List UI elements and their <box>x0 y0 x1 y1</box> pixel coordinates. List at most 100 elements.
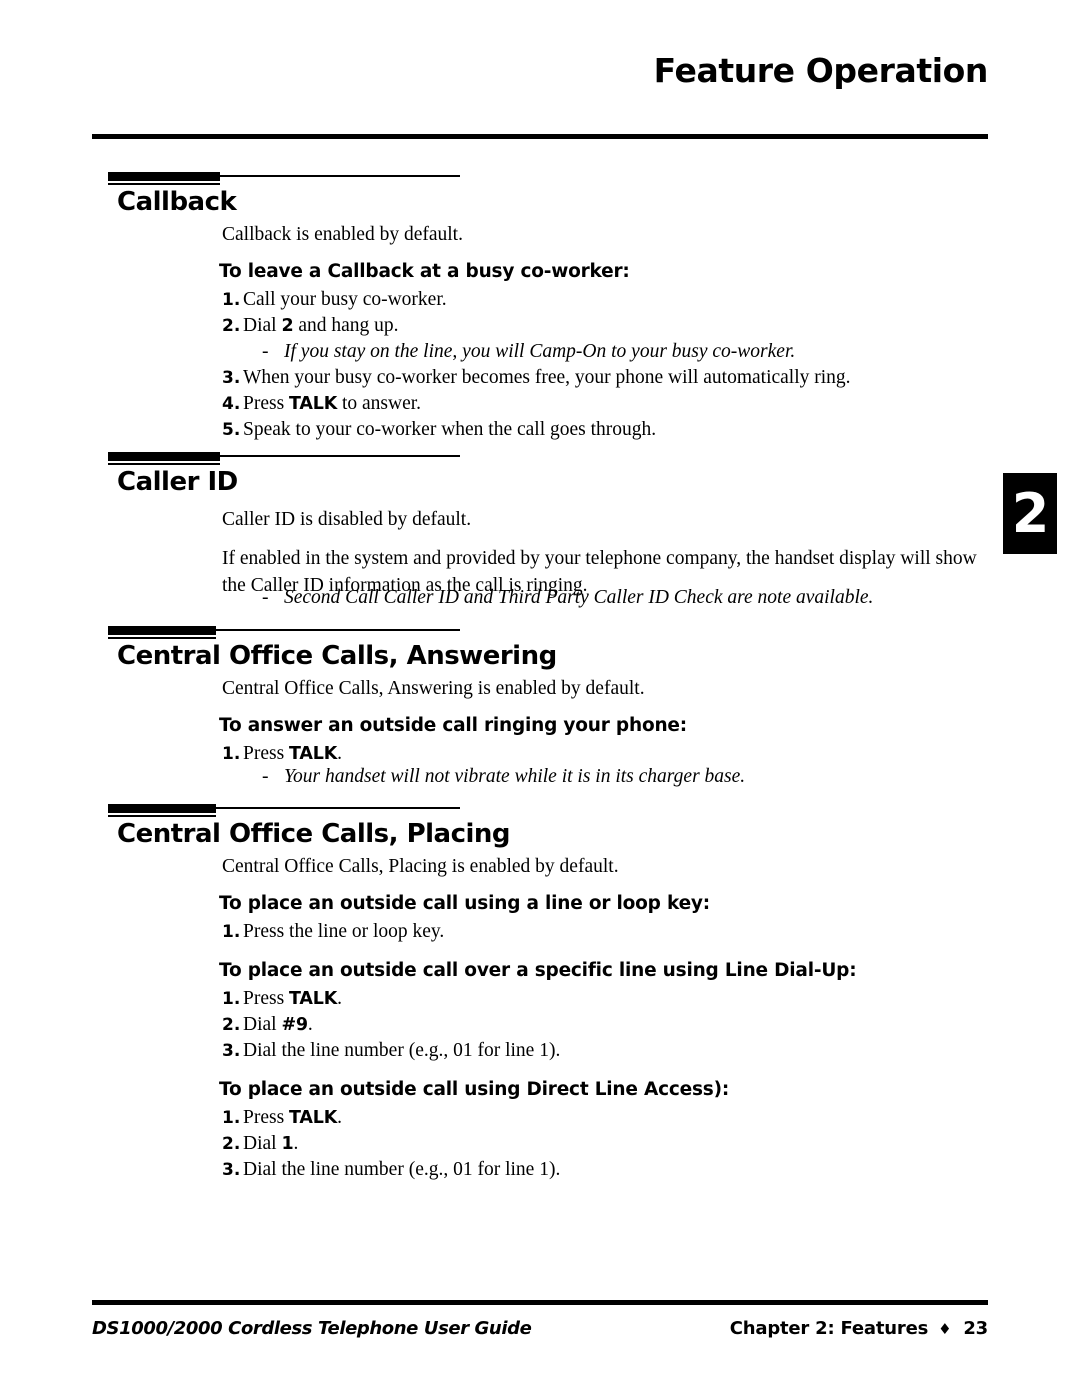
step-item: 2. Dial 1. <box>222 1131 298 1157</box>
procedure-title-leave-callback: To leave a Callback at a busy co-worker: <box>219 261 630 282</box>
section-heading-rule <box>108 452 460 465</box>
section-heading-hairline <box>220 455 460 457</box>
step-number: 2. <box>222 1134 241 1154</box>
step-item: 3. Dial the line number (e.g., 01 for lin… <box>222 1157 560 1183</box>
step-item: 1. Call your busy co-worker. <box>222 287 447 313</box>
step-text-tail: . <box>337 1107 342 1128</box>
section-heading-rule <box>108 626 460 639</box>
section-intro-callback: Callback is enabled by default. <box>222 224 463 245</box>
step-text: Dial <box>243 1133 282 1154</box>
step-text: Press <box>243 743 290 764</box>
footer-guide-title: DS1000/2000 Cordless Telephone User Guid… <box>92 1318 532 1339</box>
step-text: Press <box>243 1107 290 1128</box>
key-label: 1 <box>281 1134 294 1154</box>
chapter-tab: 2 <box>1003 473 1057 554</box>
footer-rule <box>92 1300 988 1305</box>
step-number: 1. <box>222 290 241 310</box>
step-text-tail: . <box>337 743 342 764</box>
section-title: Central Office Calls, Answering <box>117 641 557 671</box>
step-number: 3. <box>222 368 241 388</box>
footer-chapter-page: Chapter 2: Features ♦ 23 <box>730 1318 988 1339</box>
section-title: Central Office Calls, Placing <box>117 819 511 849</box>
key-label: TALK <box>289 744 338 764</box>
step-item: 3. Dial the line number (e.g., 01 for lin… <box>222 1038 560 1064</box>
page-number: 23 <box>963 1318 988 1339</box>
key-label: TALK <box>289 394 338 414</box>
step-number: 1. <box>222 744 241 764</box>
note-text: Your handset will not vibrate while it i… <box>284 766 746 787</box>
section-heading-hairline <box>216 807 460 809</box>
section-title: Callback <box>117 187 237 217</box>
step-number: 1. <box>222 1108 241 1128</box>
note-item: - Second Call Caller ID and Third Party C… <box>262 585 873 611</box>
step-number: 1. <box>222 989 241 1009</box>
procedure-title-line-or-loop-key: To place an outside call using a line or… <box>219 893 710 914</box>
page-title: Feature Operation <box>653 51 989 90</box>
section-heading-underline <box>108 183 220 185</box>
section-heading-rule <box>108 172 460 185</box>
section-heading-bar <box>108 804 216 813</box>
note-item: - If you stay on the line, you will Camp-… <box>262 339 795 365</box>
section-title: Caller ID <box>117 467 238 497</box>
step-text: Speak to your co-worker when the call go… <box>243 419 657 440</box>
procedure-title-direct-line-access: To place an outside call using Direct Li… <box>219 1079 730 1100</box>
step-number: 1. <box>222 922 241 942</box>
step-text: Dial the line number (e.g., 01 for line … <box>243 1040 561 1061</box>
section-intro-caller-id: Caller ID is disabled by default. <box>222 509 472 530</box>
step-number: 3. <box>222 1041 241 1061</box>
step-text: Call your busy co-worker. <box>243 289 447 310</box>
step-number: 2. <box>222 316 241 336</box>
step-item: 2. Dial 2 and hang up. <box>222 313 399 339</box>
step-text: Dial <box>243 1014 282 1035</box>
section-heading-bar <box>108 172 220 181</box>
key-label: TALK <box>289 989 338 1009</box>
procedure-title-line-dial-up: To place an outside call over a specific… <box>219 960 857 981</box>
key-label: TALK <box>289 1108 338 1128</box>
step-text: Press the line or loop key. <box>243 921 445 942</box>
document-page: Feature Operation 2 Callback Callback is… <box>0 0 1080 1397</box>
step-text-tail: . <box>307 1014 313 1035</box>
step-text: Press <box>243 988 290 1009</box>
section-heading-bar <box>108 626 216 635</box>
step-text-tail: to answer. <box>337 393 422 414</box>
note-text: Second Call Caller ID and Third Party Ca… <box>284 587 874 608</box>
key-label: #9 <box>281 1015 308 1035</box>
section-heading-underline <box>108 463 220 465</box>
section-intro-co-answering: Central Office Calls, Answering is enabl… <box>222 678 645 699</box>
section-heading-underline <box>108 815 216 817</box>
note-item: - Your handset will not vibrate while it … <box>262 764 745 790</box>
step-text: Dial <box>243 315 282 336</box>
section-heading-rule <box>108 804 460 817</box>
step-item: 5. Speak to your co-worker when the call … <box>222 417 656 443</box>
note-dash: - <box>262 341 269 362</box>
diamond-icon: ♦ <box>938 1320 952 1338</box>
step-item: 4. Press TALK to answer. <box>222 391 421 417</box>
step-number: 5. <box>222 420 241 440</box>
step-item: 2. Dial #9. <box>222 1012 313 1038</box>
header-rule <box>92 134 988 139</box>
note-text: If you stay on the line, you will Camp-O… <box>284 341 796 362</box>
note-dash: - <box>262 766 269 787</box>
step-text-tail: . <box>293 1133 299 1154</box>
step-number: 4. <box>222 394 241 414</box>
step-text: Press <box>243 393 290 414</box>
step-item: 1. Press TALK. <box>222 986 342 1012</box>
section-heading-underline <box>108 637 216 639</box>
step-number: 3. <box>222 1160 241 1180</box>
step-text-tail: and hang up. <box>293 315 399 336</box>
step-item: 3. When your busy co-worker becomes free,… <box>222 365 851 391</box>
key-label: 2 <box>281 316 294 336</box>
section-heading-hairline <box>216 629 460 631</box>
section-intro-co-placing: Central Office Calls, Placing is enabled… <box>222 856 619 877</box>
step-text-tail: . <box>337 988 342 1009</box>
section-heading-hairline <box>220 175 460 177</box>
section-heading-bar <box>108 452 220 461</box>
step-number: 2. <box>222 1015 241 1035</box>
step-item: 1. Press the line or loop key. <box>222 919 444 945</box>
note-dash: - <box>262 587 269 608</box>
step-text: Dial the line number (e.g., 01 for line … <box>243 1159 561 1180</box>
step-text: When your busy co-worker becomes free, y… <box>243 367 851 388</box>
footer-chapter-label: Chapter 2: Features <box>729 1318 929 1339</box>
procedure-title-answer-outside-call: To answer an outside call ringing your p… <box>219 715 687 736</box>
step-item: 1. Press TALK. <box>222 1105 342 1131</box>
